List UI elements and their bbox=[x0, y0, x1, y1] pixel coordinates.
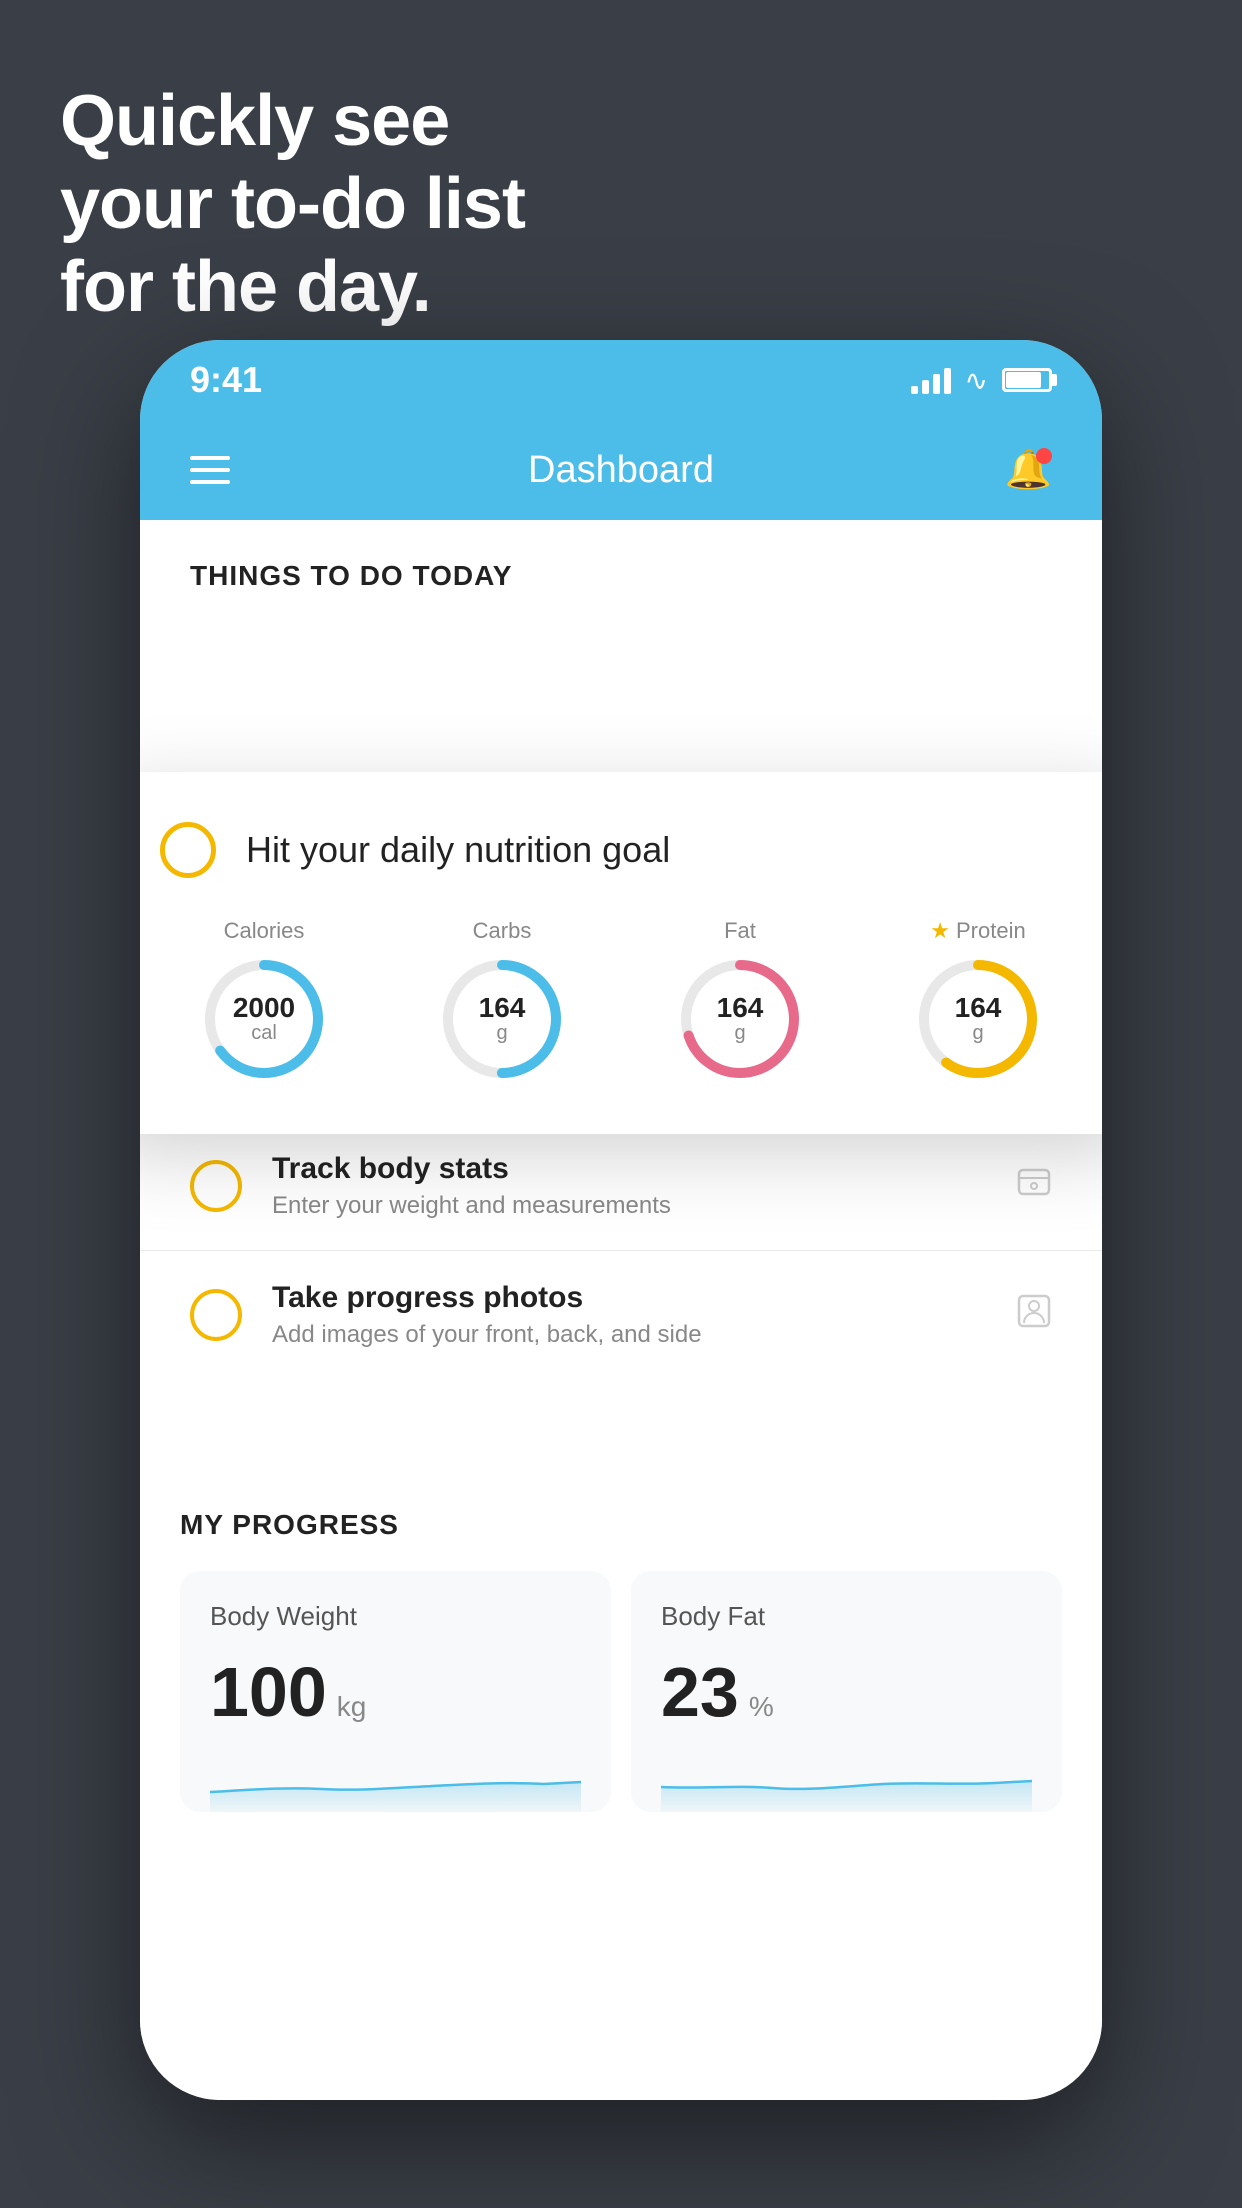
nutrition-check-circle[interactable] bbox=[160, 822, 216, 878]
protein-circle: 164 g bbox=[913, 954, 1043, 1084]
signal-icon bbox=[911, 366, 951, 394]
nutrition-fat: Fat 164 g bbox=[675, 918, 805, 1084]
todo-text-photos: Take progress photos Add images of your … bbox=[272, 1281, 986, 1349]
person-icon bbox=[1016, 1293, 1052, 1337]
todo-circle-body-stats bbox=[190, 1160, 242, 1212]
fat-unit: g bbox=[734, 1022, 745, 1045]
todo-title-photos: Take progress photos bbox=[272, 1281, 986, 1315]
hamburger-menu-icon[interactable] bbox=[190, 456, 230, 484]
body-weight-value: 100 kg bbox=[210, 1652, 581, 1732]
fat-circle: 164 g bbox=[675, 954, 805, 1084]
progress-cards: Body Weight 100 kg bbox=[180, 1571, 1062, 1812]
nutrition-carbs: Carbs 164 g bbox=[437, 918, 567, 1084]
body-weight-unit: kg bbox=[337, 1691, 367, 1723]
fat-value: 164 bbox=[717, 994, 764, 1022]
todo-subtitle-body-stats: Enter your weight and measurements bbox=[272, 1192, 986, 1220]
status-icons: ∿ bbox=[911, 364, 1052, 397]
status-bar: 9:41 ∿ bbox=[140, 340, 1102, 420]
nutrition-circles-row: Calories 2000 cal bbox=[160, 918, 1082, 1084]
things-to-do-title: THINGS TO DO TODAY bbox=[190, 560, 1052, 592]
todo-item-body-stats[interactable]: Track body stats Enter your weight and m… bbox=[140, 1121, 1102, 1250]
calories-circle: 2000 cal bbox=[199, 954, 329, 1084]
nutrition-card-title: Hit your daily nutrition goal bbox=[246, 829, 670, 871]
carbs-unit: g bbox=[496, 1022, 507, 1045]
todo-title-body-stats: Track body stats bbox=[272, 1152, 986, 1186]
body-weight-card: Body Weight 100 kg bbox=[180, 1571, 611, 1812]
phone-frame: 9:41 ∿ Dashboard 🔔 bbox=[140, 340, 1102, 2100]
protein-value: 164 bbox=[955, 994, 1002, 1022]
nav-title: Dashboard bbox=[528, 449, 714, 492]
wifi-icon: ∿ bbox=[965, 364, 988, 397]
todo-text-body-stats: Track body stats Enter your weight and m… bbox=[272, 1152, 986, 1220]
body-fat-card: Body Fat 23 % bbox=[631, 1571, 1062, 1812]
carbs-circle: 164 g bbox=[437, 954, 567, 1084]
calories-label: Calories bbox=[224, 918, 305, 944]
phone-content: THINGS TO DO TODAY Hit your daily nutrit… bbox=[140, 520, 1102, 2100]
notification-bell-icon[interactable]: 🔔 bbox=[1005, 448, 1052, 492]
body-weight-card-title: Body Weight bbox=[210, 1601, 581, 1632]
nutrition-calories: Calories 2000 cal bbox=[199, 918, 329, 1084]
calories-unit: cal bbox=[251, 1022, 277, 1045]
todo-item-photos[interactable]: Take progress photos Add images of your … bbox=[140, 1250, 1102, 1379]
protein-label: ★ Protein bbox=[930, 918, 1025, 944]
progress-section: MY PROGRESS Body Weight 100 kg bbox=[140, 1459, 1102, 1852]
nutrition-protein: ★ Protein 164 g bbox=[913, 918, 1043, 1084]
status-time: 9:41 bbox=[190, 359, 262, 401]
body-fat-card-title: Body Fat bbox=[661, 1601, 1032, 1632]
things-to-do-section: THINGS TO DO TODAY bbox=[140, 520, 1102, 612]
body-fat-chart bbox=[661, 1752, 1032, 1812]
body-weight-chart bbox=[210, 1752, 581, 1812]
progress-section-title: MY PROGRESS bbox=[180, 1509, 1062, 1541]
protein-unit: g bbox=[972, 1022, 983, 1045]
calories-value: 2000 bbox=[233, 994, 295, 1022]
carbs-value: 164 bbox=[479, 994, 526, 1022]
todo-circle-photos bbox=[190, 1289, 242, 1341]
hero-text: Quickly see your to-do list for the day. bbox=[60, 80, 525, 328]
nutrition-card: Hit your daily nutrition goal Calories bbox=[140, 772, 1102, 1134]
scale-icon bbox=[1016, 1164, 1052, 1208]
body-fat-unit: % bbox=[749, 1691, 774, 1723]
fat-label: Fat bbox=[724, 918, 756, 944]
nav-bar: Dashboard 🔔 bbox=[140, 420, 1102, 520]
todo-subtitle-photos: Add images of your front, back, and side bbox=[272, 1321, 986, 1349]
carbs-label: Carbs bbox=[473, 918, 532, 944]
body-fat-value: 23 % bbox=[661, 1652, 1032, 1732]
star-icon: ★ bbox=[930, 918, 950, 944]
battery-icon bbox=[1002, 368, 1052, 392]
